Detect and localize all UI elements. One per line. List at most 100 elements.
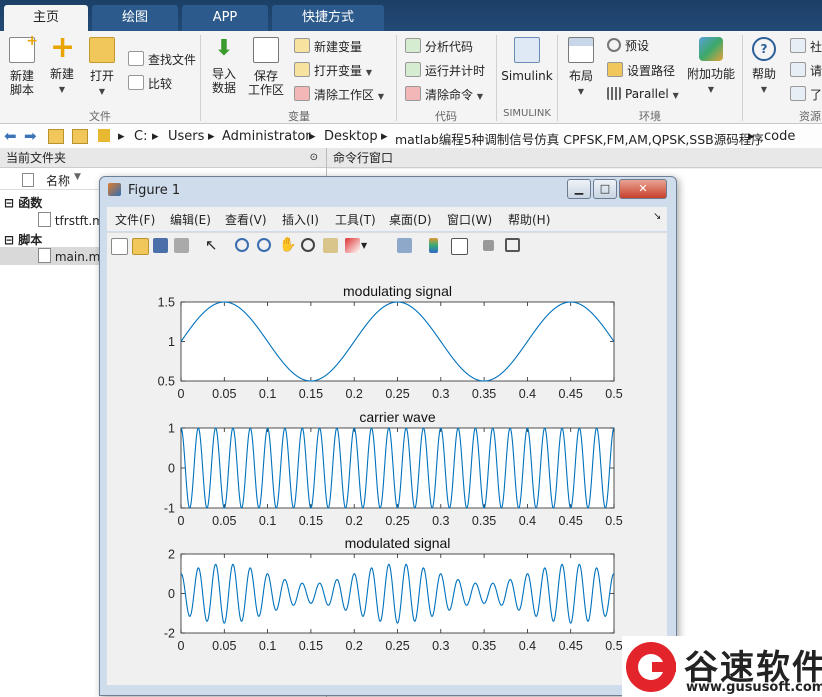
matlab-logo-icon [108, 183, 121, 196]
tab-home[interactable]: 主页 [4, 5, 88, 31]
new-script-button[interactable]: + 新建 脚本 [4, 34, 40, 97]
hide-tools-icon[interactable] [483, 240, 494, 251]
forward-arrow-icon[interactable]: ➡ [24, 127, 37, 145]
x-tick-label: 0.25 [385, 639, 409, 653]
simulink-button[interactable]: Simulink [500, 37, 554, 83]
menu-tools[interactable]: 工具(T) [335, 211, 376, 228]
request-support-button[interactable]: 请 [790, 62, 822, 79]
open-button[interactable]: 打开 ▼ [84, 37, 120, 99]
open-icon[interactable] [132, 238, 149, 255]
legend-icon[interactable] [451, 238, 468, 255]
set-path-button[interactable]: 设置路径 [607, 62, 675, 79]
tab-shortcuts[interactable]: 快捷方式 [272, 5, 384, 31]
dock-arrow-icon[interactable]: ↘ [653, 211, 661, 222]
breadcrumb-item[interactable]: code [764, 129, 795, 144]
y-tick-label: 2 [168, 548, 175, 562]
m-file-icon [38, 212, 51, 227]
compare-button[interactable]: 比较 [128, 75, 172, 92]
file-item-selected[interactable]: main.m [0, 247, 110, 265]
menu-help[interactable]: 帮助(H) [508, 211, 550, 228]
find-files-button[interactable]: 查找文件 [128, 51, 196, 68]
x-tick-label: 0.25 [385, 387, 409, 401]
help-button[interactable]: ? 帮助 ▼ [748, 37, 780, 97]
breadcrumb-item[interactable]: C: [134, 129, 147, 144]
group-code-label: 代码 [435, 110, 457, 123]
clear-workspace-button[interactable]: 清除工作区 ▼ [294, 86, 384, 105]
zoom-out-icon[interactable] [257, 238, 271, 252]
layout-button[interactable]: 布局 ▼ [563, 37, 599, 99]
file-item[interactable]: tfrstft.m [38, 212, 104, 228]
menu-edit[interactable]: 编辑(E) [170, 211, 211, 228]
breadcrumb-item[interactable]: Administrator [222, 129, 311, 144]
menu-file[interactable]: 文件(F) [115, 211, 155, 228]
folder-icon [98, 129, 110, 142]
section-scripts[interactable]: ⊟ 脚本 [4, 231, 42, 248]
link-icon[interactable] [397, 238, 412, 253]
breadcrumb-separator: ▸ [748, 129, 755, 144]
menu-desktop[interactable]: 桌面(D) [389, 211, 432, 228]
show-tools-icon[interactable] [505, 238, 520, 252]
analyze-code-button[interactable]: 分析代码 [405, 38, 473, 55]
brush-dropdown-icon[interactable]: ▼ [361, 238, 376, 253]
addons-button[interactable]: 附加功能 ▼ [686, 37, 736, 97]
y-tick-label: -1 [164, 502, 175, 516]
zoom-in-icon[interactable] [235, 238, 249, 252]
new-variable-button[interactable]: 新建变量 [294, 38, 362, 55]
community-button[interactable]: 社 [790, 38, 822, 55]
parallel-button[interactable]: Parallel ▼ [607, 86, 679, 104]
import-data-button[interactable]: ⬇ 导入 数据 [206, 37, 242, 96]
command-window-title-text: 命令行窗口 [333, 151, 394, 165]
new-button[interactable]: + 新建 ▼ [44, 33, 80, 97]
browse-folder-icon[interactable] [72, 129, 88, 144]
x-tick-label: 0.05 [212, 514, 236, 528]
preferences-button[interactable]: 预设 [607, 38, 649, 54]
tab-plots[interactable]: 绘图 [92, 5, 178, 31]
breadcrumb-item[interactable]: Desktop [324, 129, 378, 144]
breadcrumb-item[interactable]: matlab编程5种调制信号仿真 CPFSK,FM,AM,QPSK,SSB源码程… [395, 129, 764, 148]
panel-menu-icon[interactable]: ⊙ [310, 148, 318, 168]
maximize-button[interactable]: □ [593, 179, 617, 199]
pan-icon[interactable]: ✋ [279, 238, 296, 253]
close-button[interactable]: ✕ [619, 179, 667, 199]
address-bar: ⬅ ➡ ▸ C: ▸ Users ▸ Administrator ▸ Deskt… [0, 124, 822, 149]
save-workspace-button[interactable]: 保存 工作区 [246, 37, 286, 97]
menu-window[interactable]: 窗口(W) [447, 211, 492, 228]
brush-icon[interactable] [345, 238, 360, 253]
collapse-icon[interactable]: ⊟ [4, 196, 14, 210]
clear-commands-icon [405, 86, 421, 101]
colorbar-icon[interactable] [429, 238, 438, 253]
save-icon[interactable] [153, 238, 168, 253]
run-and-time-icon [405, 62, 421, 77]
run-and-time-button[interactable]: 运行并计时 [405, 62, 485, 79]
minimize-button[interactable]: ▁ [567, 179, 591, 199]
tab-apps[interactable]: APP [182, 5, 268, 31]
figure-title-bar[interactable]: Figure 1 ▁ □ ✕ [100, 177, 676, 205]
clear-workspace-icon [294, 86, 310, 101]
section-functions[interactable]: ⊟ 函数 [4, 194, 42, 211]
axes-title: modulating signal [343, 283, 452, 299]
learn-button[interactable]: 了 [790, 86, 822, 103]
folder-icon [89, 37, 115, 63]
menu-view[interactable]: 查看(V) [225, 211, 267, 228]
learn-icon [790, 86, 806, 101]
open-variable-button[interactable]: 打开变量 ▼ [294, 62, 372, 81]
x-tick-label: 0.05 [212, 387, 236, 401]
clear-commands-button[interactable]: 清除命令 ▼ [405, 86, 483, 105]
menu-insert[interactable]: 插入(I) [282, 211, 319, 228]
breadcrumb-item[interactable]: Users [168, 129, 204, 144]
new-figure-icon[interactable] [111, 238, 128, 255]
rotate-icon[interactable] [301, 238, 315, 252]
find-files-icon [128, 51, 144, 66]
pointer-icon[interactable]: ↖ [205, 238, 220, 253]
back-arrow-icon[interactable]: ⬅ [4, 127, 17, 145]
section-functions-label: 函数 [18, 196, 43, 210]
name-column-header[interactable]: 名称 [46, 172, 70, 189]
x-tick-label: 0.05 [212, 639, 236, 653]
up-folder-icon[interactable] [48, 129, 64, 144]
data-cursor-icon[interactable] [323, 238, 338, 253]
print-icon[interactable] [174, 238, 189, 253]
collapse-icon[interactable]: ⊟ [4, 233, 14, 247]
set-path-icon [607, 62, 623, 77]
x-tick-label: 0.5 [605, 387, 622, 401]
preferences-label: 预设 [625, 39, 650, 53]
